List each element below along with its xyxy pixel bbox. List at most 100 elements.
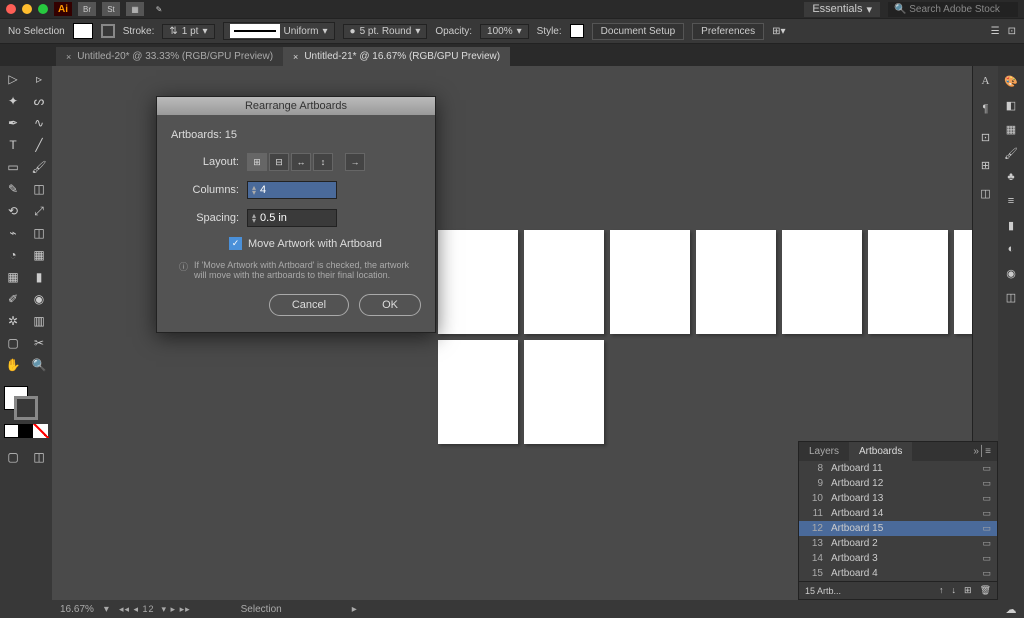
artboard-nav[interactable]: ◂◂ ◂ 12 ▾ ▸ ▸▸ [119,604,191,615]
workspace-switcher[interactable]: Essentials ▾ [804,2,880,17]
artboard-list-item[interactable]: 14Artboard 3▭ [799,551,997,566]
eyedropper-tool-icon[interactable]: ✐ [0,288,26,310]
gpu-icon[interactable]: ✎ [150,2,168,16]
artboard[interactable] [868,230,948,334]
artboards-tab[interactable]: Artboards [849,442,912,461]
paragraph-panel-icon[interactable]: ¶ [977,100,995,118]
stepper-icon[interactable]: ▴▾ [252,185,256,195]
gradient-mode-icon[interactable] [19,424,34,438]
color-mode-icon[interactable] [4,424,19,438]
artboard-options-icon[interactable]: ▭ [982,553,991,564]
lasso-tool-icon[interactable]: ᔕ [26,90,52,112]
new-artboard-icon[interactable]: ⊞ [964,585,972,596]
scale-tool-icon[interactable]: ⤢ [26,200,52,222]
free-transform-tool-icon[interactable]: ◫ [26,222,52,244]
screen-mode-icon[interactable]: ▢ [0,446,26,468]
zoom-tool-icon[interactable]: 🔍 [26,354,52,376]
drawing-mode-icon[interactable]: ◫ [26,446,52,468]
width-tool-icon[interactable]: ⌁ [0,222,26,244]
panel-menu-icon[interactable]: »│≡ [967,442,997,461]
close-window-icon[interactable] [6,4,16,14]
shaper-tool-icon[interactable]: ✎ [0,178,26,200]
perspective-tool-icon[interactable]: ▦ [26,244,52,266]
brush-definition[interactable]: ● 5 pt. Round ▾ [343,24,428,39]
artboard[interactable] [954,230,972,334]
bridge-icon[interactable]: Br [78,2,96,16]
pen-tool-icon[interactable]: ✒ [0,112,26,134]
fill-swatch[interactable] [73,23,93,39]
mesh-tool-icon[interactable]: ▦ [0,266,26,288]
columns-input[interactable]: ▴▾ 4 [247,181,337,199]
arrange-icon[interactable]: ▦ [126,2,144,16]
eraser-tool-icon[interactable]: ◫ [26,178,52,200]
brushes-panel-icon[interactable]: 🖌 [1002,144,1020,162]
layout-row-button[interactable]: ↔ [291,153,311,171]
gradient-tool-icon[interactable]: ▮ [26,266,52,288]
variable-width-profile[interactable]: Uniform ▾ [223,22,335,40]
graphic-styles-icon[interactable]: ◫ [1002,288,1020,306]
layers-tab[interactable]: Layers [799,442,849,461]
stock-icon[interactable]: St [102,2,120,16]
zoom-value[interactable]: 16.67% [60,604,94,615]
artboard-list-item[interactable]: 10Artboard 13▭ [799,491,997,506]
selection-tool-icon[interactable]: ▷ [0,68,26,90]
artboard[interactable] [524,340,604,444]
artboard-tool-icon[interactable]: ▢ [0,332,26,354]
gradient-panel-icon[interactable]: ▮ [1002,216,1020,234]
document-setup-button[interactable]: Document Setup [592,23,685,40]
hand-tool-icon[interactable]: ✋ [0,354,26,376]
swatches-panel-icon[interactable]: ▦ [1002,120,1020,138]
artboard-list-item[interactable]: 13Artboard 2▭ [799,536,997,551]
preferences-button[interactable]: Preferences [692,23,764,40]
close-tab-icon[interactable]: × [293,52,298,62]
artboard[interactable] [438,230,518,334]
move-up-icon[interactable]: ↑ [939,585,944,596]
artboard-list-item[interactable]: 11Artboard 14▭ [799,506,997,521]
libraries-icon[interactable]: ☁ [1002,600,1020,618]
search-input[interactable]: 🔍 Search Adobe Stock [888,2,1018,17]
align-panel-icon[interactable]: ⊡ [977,128,995,146]
artboard[interactable] [610,230,690,334]
artboard-options-icon[interactable]: ▭ [982,478,991,489]
dialog-title[interactable]: Rearrange Artboards [157,97,435,115]
artboard[interactable] [438,340,518,444]
graph-tool-icon[interactable]: ▥ [26,310,52,332]
magic-wand-tool-icon[interactable]: ✦ [0,90,26,112]
stroke-panel-icon[interactable]: ≡ [1002,192,1020,210]
artboard[interactable] [524,230,604,334]
transform-icon[interactable]: ☰ [991,26,1000,37]
delete-artboard-icon[interactable]: 🗑 [980,585,991,596]
rectangle-tool-icon[interactable]: ▭ [0,156,26,178]
artboard-options-icon[interactable]: ▭ [982,523,991,534]
none-mode-icon[interactable] [33,424,48,438]
stroke-weight-input[interactable]: ⇅ 1 pt ▾ [162,24,214,39]
pathfinder-icon[interactable]: ◫ [977,184,995,202]
artboard-options-icon[interactable]: ▭ [982,493,991,504]
artboard[interactable] [782,230,862,334]
minimize-window-icon[interactable] [22,4,32,14]
artboard-options-icon[interactable]: ▭ [982,568,991,579]
stepper-icon[interactable]: ▴▾ [252,213,256,223]
color-guide-icon[interactable]: ◧ [1002,96,1020,114]
cancel-button[interactable]: Cancel [269,294,349,316]
transform-panel-icon[interactable]: ⊞ [977,156,995,174]
layout-direction-button[interactable]: → [345,153,365,171]
close-tab-icon[interactable]: × [66,52,71,62]
character-panel-icon[interactable]: A [977,72,995,90]
artboard[interactable] [696,230,776,334]
color-panel-icon[interactable]: 🎨 [1002,72,1020,90]
document-tab[interactable]: × Untitled-20* @ 33.33% (RGB/GPU Preview… [56,47,283,66]
shape-builder-tool-icon[interactable]: ◔ [0,244,26,266]
appearance-panel-icon[interactable]: ◉ [1002,264,1020,282]
opacity-input[interactable]: 100% ▾ [480,24,529,39]
style-swatch[interactable] [570,24,584,38]
slice-tool-icon[interactable]: ✂ [26,332,52,354]
spacing-input[interactable]: ▴▾ 0.5 in [247,209,337,227]
rotate-tool-icon[interactable]: ⟲ [0,200,26,222]
blend-tool-icon[interactable]: ◉ [26,288,52,310]
artboard-list-item[interactable]: 8Artboard 11▭ [799,461,997,476]
isolate-icon[interactable]: ⊡ [1008,26,1016,37]
move-artwork-checkbox[interactable]: ✓ [229,237,242,250]
line-tool-icon[interactable]: ╱ [26,134,52,156]
direct-selection-tool-icon[interactable]: ▹ [26,68,52,90]
